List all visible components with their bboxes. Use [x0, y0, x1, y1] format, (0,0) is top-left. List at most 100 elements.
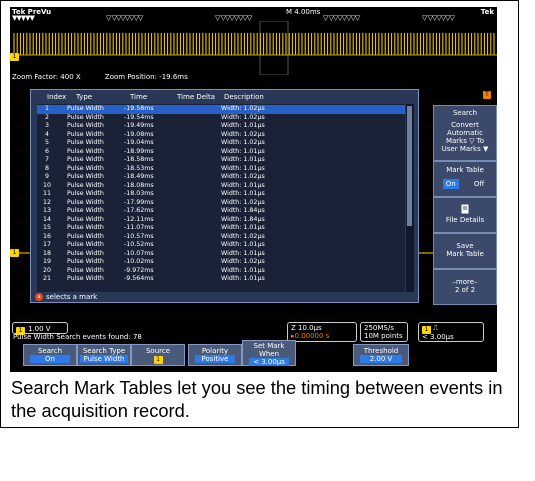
cell-idx: 4 [44, 130, 49, 138]
cell-description: Width: 1.02µs [221, 173, 265, 180]
mark-table-on[interactable]: On [442, 179, 459, 189]
cell-description: Width: 1.02µs [221, 139, 265, 146]
cell-description: Width: 1.02µs [221, 258, 265, 265]
mark-table-toggle[interactable]: Mark Table On Off [433, 161, 497, 197]
cell-time: -12.11ms [124, 215, 154, 223]
cell-description: Width: 1.01µs [221, 181, 265, 189]
table-row[interactable]: 5 Pulse Width -19.04ms Width: 1.02µs [37, 139, 405, 148]
cell-idx: 17 [42, 241, 51, 248]
cell-time: -10.57ms [124, 232, 154, 240]
horizontal-readout[interactable]: Z 10.0µs ▸0.00000 s [287, 322, 357, 342]
table-row[interactable]: 8 Pulse Width -18.53ms Width: 1.01µs [37, 165, 405, 174]
cell-idx: 19 [42, 258, 51, 265]
table-row[interactable]: 1 Pulse Width -19.58ms Width: 1.02µs [37, 105, 405, 114]
figure-frame: Tek PreVu M 4.00ms Tek ▼▼▼▼▼ ▽ ▽▽▽▽▽▽▽ ▽… [0, 0, 519, 428]
hint-text: selects a mark [46, 293, 98, 301]
horizontal-scale: Z 10.0µs [291, 324, 322, 332]
oscilloscope-screen: Tek PreVu M 4.00ms Tek ▼▼▼▼▼ ▽ ▽▽▽▽▽▽▽ ▽… [10, 7, 497, 372]
search-type-button[interactable]: Search Type Pulse Width [77, 344, 131, 366]
cell-description: Width: 1.01µs [221, 190, 265, 197]
table-row[interactable]: 17 Pulse Width -10.52ms Width: 1.01µs [37, 241, 405, 250]
cell-type: Pulse Width [67, 198, 104, 206]
side-menu-title: Search [452, 109, 478, 117]
convert-label-line: Automatic [447, 129, 483, 137]
cell-description: Width: 1.84µs [221, 215, 265, 223]
cell-description: Width: 1.01µs [221, 122, 265, 129]
sample-rate: 250MS/s [364, 324, 394, 332]
cell-idx: 2 [44, 113, 49, 121]
cell-idx: 8 [44, 164, 49, 172]
table-row[interactable]: 21 Pulse Width -9.564ms Width: 1.01µs [37, 275, 405, 284]
cell-idx: 9 [44, 173, 49, 180]
search-toggle-button[interactable]: Search On [23, 344, 77, 366]
table-row[interactable]: 2 Pulse Width -19.54ms Width: 1.02µs [37, 114, 405, 123]
table-scrollbar[interactable] [406, 104, 414, 292]
file-details-button[interactable]: File Details [433, 197, 497, 233]
table-row[interactable]: 18 Pulse Width -10.07ms Width: 1.01µs [37, 250, 405, 259]
cell-type: Pulse Width [67, 173, 104, 180]
column-header-time-delta: Time Delta [177, 93, 216, 101]
button-title: Threshold [363, 347, 399, 355]
column-header-index: Index [47, 93, 67, 101]
table-hint: a selects a mark [35, 293, 97, 301]
table-row[interactable]: 12 Pulse Width -17.99ms Width: 1.02µs [37, 199, 405, 208]
cell-idx: 13 [42, 207, 51, 214]
cell-time: -11.07ms [124, 224, 154, 231]
cell-description: Width: 1.01µs [221, 275, 265, 282]
cell-idx: 21 [42, 275, 51, 282]
table-row[interactable]: 6 Pulse Width -18.99ms Width: 1.01µs [37, 148, 405, 157]
convert-marks-button[interactable]: Convert Automatic Marks ▽ To User Marks … [434, 121, 496, 153]
cell-time: -18.03ms [124, 190, 154, 197]
trigger-readout[interactable]: 1 ⎍ < 3.00µs [418, 322, 484, 342]
table-row[interactable]: 13 Pulse Width -17.62ms Width: 1.84µs [37, 207, 405, 216]
cell-time: -19.54ms [124, 113, 154, 121]
table-row[interactable]: 15 Pulse Width -11.07ms Width: 1.01µs [37, 224, 405, 233]
acquisition-readout[interactable]: 250MS/s 10M points [360, 322, 408, 342]
cell-time: -19.58ms [124, 105, 154, 112]
set-mark-when-button[interactable]: Set Mark When < 3.00µs [242, 340, 296, 366]
cell-time: -9.564ms [124, 275, 154, 282]
table-row[interactable]: 4 Pulse Width -19.08ms Width: 1.02µs [37, 131, 405, 140]
cell-idx: 15 [42, 224, 51, 231]
table-row[interactable]: 10 Pulse Width -18.08ms Width: 1.01µs [37, 182, 405, 191]
cell-time: -10.07ms [124, 249, 154, 257]
table-row[interactable]: 9 Pulse Width -18.49ms Width: 1.02µs [37, 173, 405, 182]
table-row[interactable]: 11 Pulse Width -18.03ms Width: 1.01µs [37, 190, 405, 199]
cell-time: -18.58ms [124, 156, 154, 163]
zoom-info: Zoom Factor: 400 X Zoom Position: -19.6m… [12, 73, 210, 81]
mark-table-body[interactable]: 1 Pulse Width -19.58ms Width: 1.02µs 2 Pulse … [37, 104, 405, 292]
mark-table-window: Index Type Time Time Delta Description 1… [30, 89, 419, 303]
mark-table-off[interactable]: Off [471, 179, 487, 189]
search-result-text: Pulse Width Search events found: 78 [13, 333, 142, 341]
table-row[interactable]: 20 Pulse Width -9.972ms Width: 1.01µs [37, 267, 405, 276]
cell-time: -10.02ms [124, 258, 154, 265]
cell-description: Width: 1.02µs [221, 198, 265, 206]
table-row[interactable]: 14 Pulse Width -12.11ms Width: 1.84µs [37, 216, 405, 225]
cell-description: Width: 1.02µs [221, 113, 265, 121]
cell-type: Pulse Width [67, 241, 104, 248]
source-button[interactable]: Source 1 [131, 344, 185, 366]
save-mark-table-button[interactable]: Save Mark Table [433, 233, 497, 269]
table-row[interactable]: 16 Pulse Width -10.57ms Width: 1.02µs [37, 233, 405, 242]
brand-label-right: Tek [480, 8, 494, 16]
cell-description: Width: 1.01µs [221, 266, 265, 274]
cell-description: Width: 1.02µs [221, 130, 265, 138]
table-row[interactable]: 19 Pulse Width -10.02ms Width: 1.02µs [37, 258, 405, 267]
cell-description: Width: 1.01µs [221, 156, 265, 163]
button-title: Source [145, 347, 171, 355]
cell-description: Width: 1.84µs [221, 207, 265, 214]
threshold-button[interactable]: Threshold 2.00 V [353, 344, 409, 366]
cell-type: Pulse Width [67, 147, 104, 155]
more-label: –more– [452, 278, 478, 286]
cell-time: -18.49ms [124, 173, 154, 180]
cell-type: Pulse Width [67, 130, 104, 138]
table-row[interactable]: 7 Pulse Width -18.58ms Width: 1.01µs [37, 156, 405, 165]
trigger-source-icon: 1 [422, 326, 431, 334]
save-label: Save [456, 242, 474, 250]
table-row[interactable]: 3 Pulse Width -19.49ms Width: 1.01µs [37, 122, 405, 131]
cell-time: -19.08ms [124, 130, 154, 138]
scroll-thumb[interactable] [407, 106, 412, 226]
cell-description: Width: 1.02µs [221, 105, 265, 112]
more-button[interactable]: –more– 2 of 2 [433, 269, 497, 305]
polarity-button[interactable]: Polarity Positive [188, 344, 242, 366]
